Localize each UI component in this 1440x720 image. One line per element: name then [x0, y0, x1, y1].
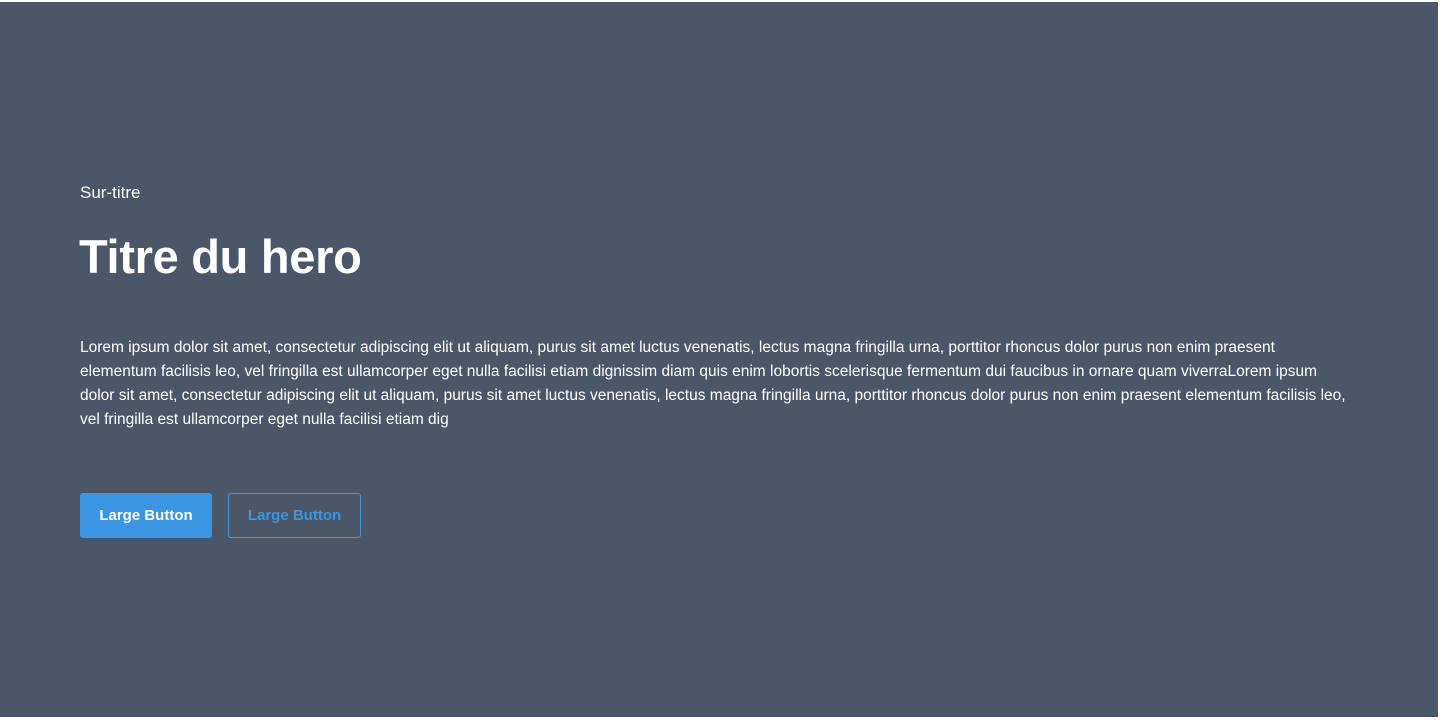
hero-actions: Large Button Large Button [80, 493, 361, 538]
hero-section: Sur-titre Titre du hero Lorem ipsum dolo… [0, 2, 1438, 717]
hero-surtitle: Sur-titre [80, 183, 141, 202]
hero-title: Titre du hero [79, 230, 362, 283]
secondary-large-button[interactable]: Large Button [228, 493, 361, 538]
hero-body-text: Lorem ipsum dolor sit amet, consectetur … [80, 339, 1346, 428]
primary-large-button[interactable]: Large Button [80, 493, 212, 538]
